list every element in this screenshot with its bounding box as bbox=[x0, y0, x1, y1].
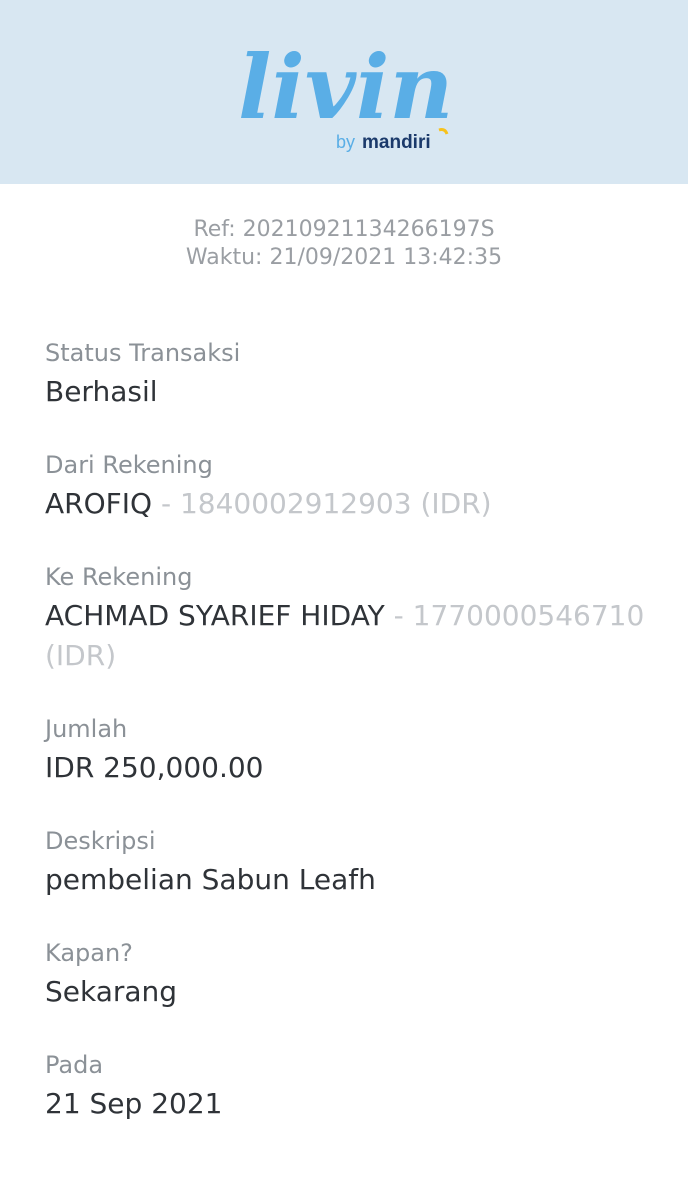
from-account-number: - 1840002912903 (IDR) bbox=[152, 487, 492, 520]
livin-logo-graphic: livin' by mandiri bbox=[238, 35, 456, 153]
to-account-label: Ke Rekening bbox=[45, 563, 193, 591]
to-account-name: ACHMAD SYARIEF HIDAY bbox=[45, 599, 385, 632]
reference-number: Ref: 20210921134266197S bbox=[193, 217, 495, 242]
when-value: Sekarang bbox=[45, 975, 178, 1008]
from-account-value: AROFIQ - 1840002912903 (IDR) bbox=[45, 484, 645, 524]
from-account-name: AROFIQ bbox=[45, 487, 153, 520]
to-account-value: ACHMAD SYARIEF HIDAY - 1770000546710 (ID… bbox=[45, 596, 645, 676]
amount-value: IDR 250,000.00 bbox=[45, 751, 264, 784]
date-value: 21 Sep 2021 bbox=[45, 1087, 223, 1120]
from-account-label: Dari Rekening bbox=[45, 451, 213, 479]
description-label: Deskripsi bbox=[45, 827, 156, 855]
date-label: Pada bbox=[45, 1051, 104, 1079]
status-value: Berhasil bbox=[45, 375, 158, 408]
reference-info: Ref: 20210921134266197S Waktu: 21/09/202… bbox=[0, 216, 688, 272]
from-account-field: Dari Rekening AROFIQ - 1840002912903 (ID… bbox=[45, 450, 645, 524]
status-label: Status Transaksi bbox=[45, 339, 241, 367]
when-label: Kapan? bbox=[45, 939, 133, 967]
amount-label: Jumlah bbox=[45, 715, 128, 743]
transaction-time: Waktu: 21/09/2021 13:42:35 bbox=[185, 245, 503, 270]
description-value: pembelian Sabun Leafh bbox=[45, 863, 376, 896]
amount-field: Jumlah IDR 250,000.00 bbox=[45, 714, 645, 788]
date-field: Pada 21 Sep 2021 bbox=[45, 1050, 645, 1124]
when-field: Kapan? Sekarang bbox=[45, 938, 645, 1012]
to-account-field: Ke Rekening ACHMAD SYARIEF HIDAY - 17700… bbox=[45, 562, 645, 676]
status-field: Status Transaksi Berhasil bbox=[45, 338, 645, 412]
livin-mandiri-logo: livin' by mandiri bbox=[236, 26, 456, 156]
logo-by-text: by bbox=[336, 132, 355, 152]
logo-bank-text: mandiri bbox=[362, 132, 431, 153]
logo-wordmark: livin' bbox=[238, 35, 456, 139]
brand-header: livin' by mandiri bbox=[0, 0, 688, 184]
description-field: Deskripsi pembelian Sabun Leafh bbox=[45, 826, 645, 900]
